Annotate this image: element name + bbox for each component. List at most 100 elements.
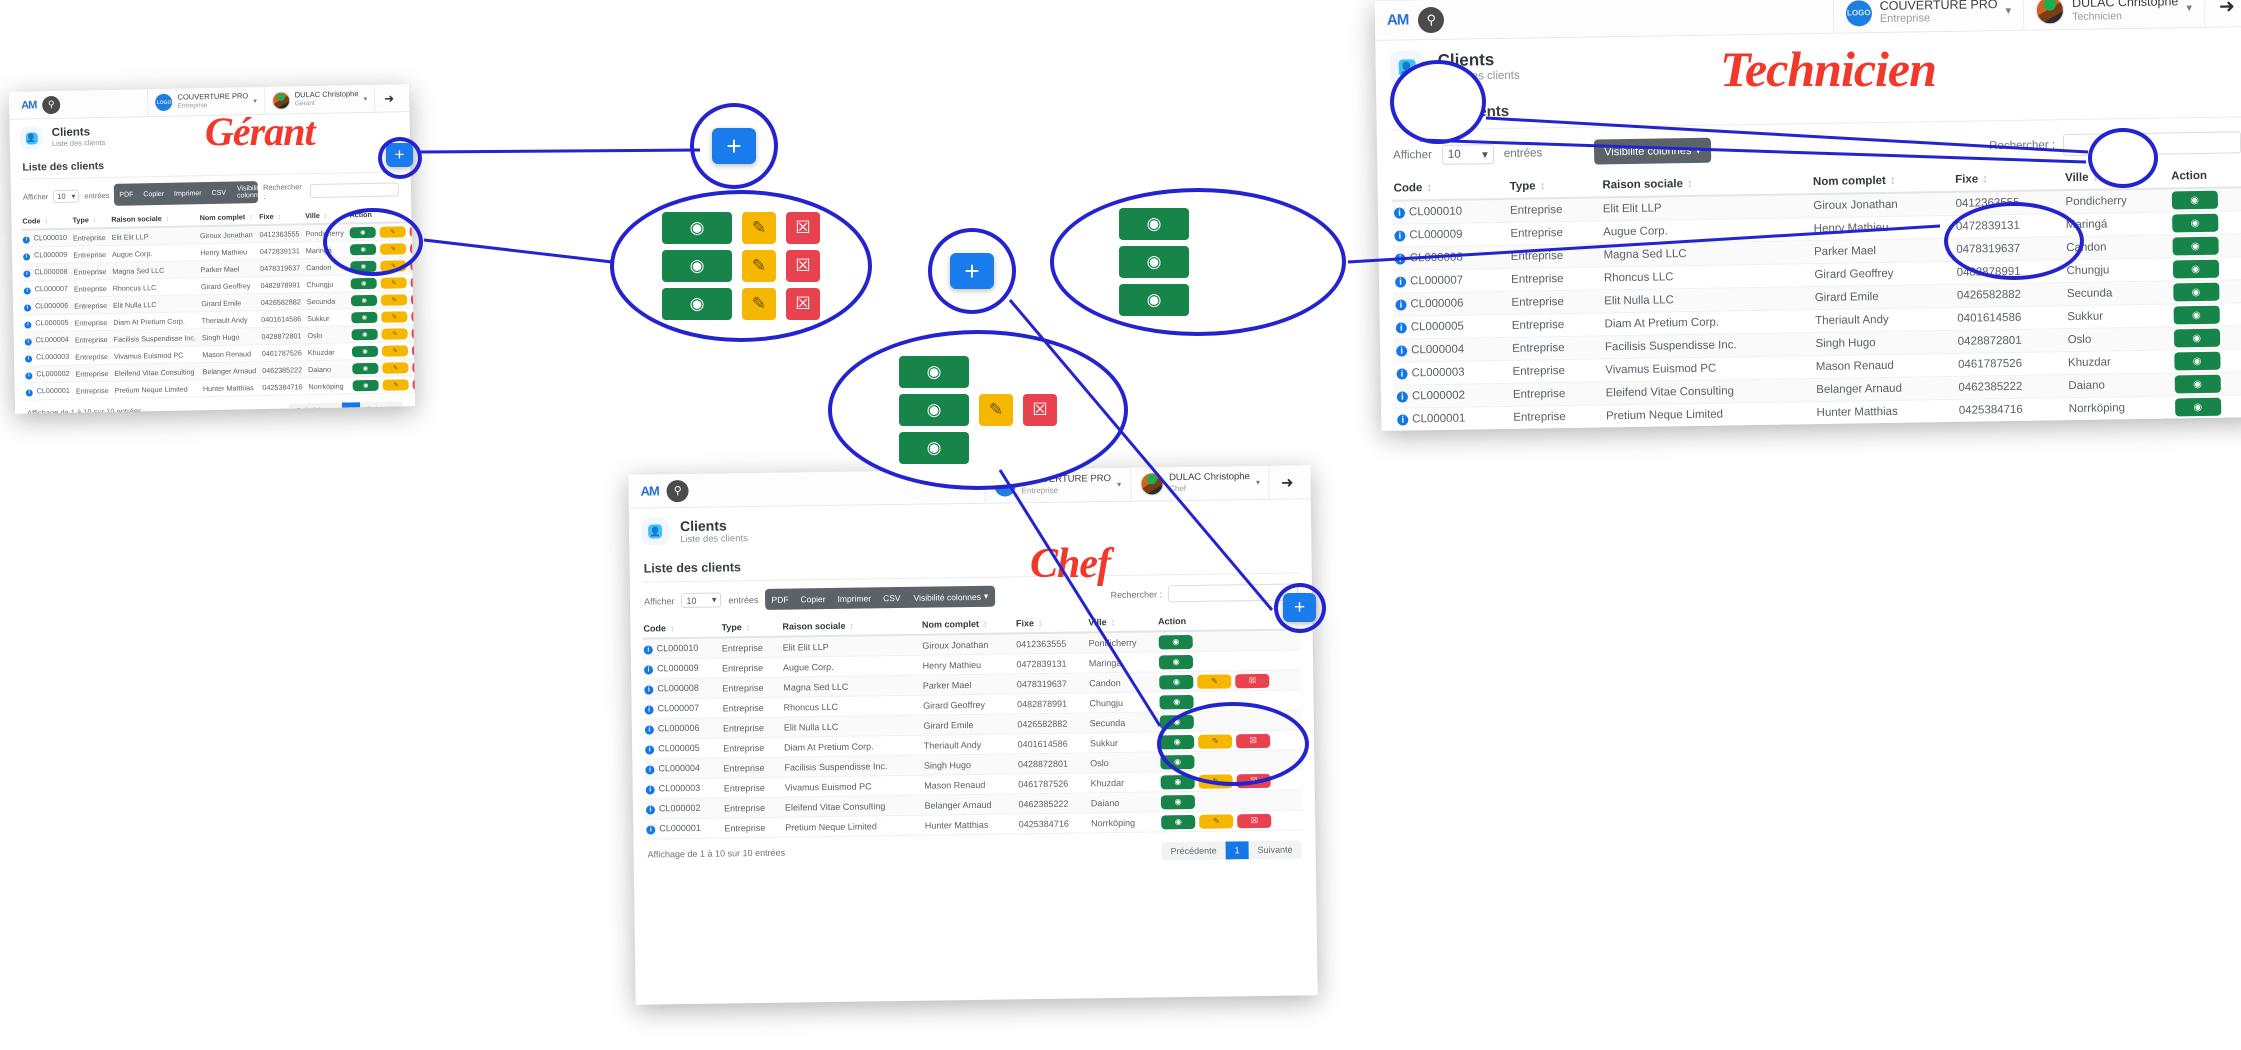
delete-trash-icon[interactable]: ☒ xyxy=(1023,394,1057,426)
info-icon[interactable]: i xyxy=(1396,368,1408,380)
visibility-columns-button[interactable]: Visibilité colonnes ▾ xyxy=(906,586,995,608)
page-length-select[interactable]: 10 ▾ xyxy=(681,592,722,609)
info-icon[interactable]: i xyxy=(645,785,655,795)
view-eye-icon[interactable]: ◉ xyxy=(1160,774,1195,789)
column-header-type[interactable]: Type ↕ xyxy=(1507,174,1601,199)
page-length-select[interactable]: 10 ▾ xyxy=(1441,143,1495,165)
column-header-code[interactable]: Code ↕ xyxy=(642,618,721,639)
search-input[interactable] xyxy=(2062,130,2241,156)
delete-trash-icon[interactable]: ☒ xyxy=(1236,773,1271,788)
info-icon[interactable]: i xyxy=(1395,299,1407,311)
view-eye-icon[interactable]: ◉ xyxy=(350,277,377,289)
edit-pencil-icon[interactable]: ✎ xyxy=(381,310,408,323)
sort-icon[interactable]: ↕ xyxy=(324,211,328,220)
user-menu[interactable]: DULAC Christophe Technicien ▾ xyxy=(2022,0,2205,30)
sort-icon[interactable]: ↕ xyxy=(983,619,988,629)
app-logo-icon[interactable]: AM xyxy=(1387,11,1409,28)
view-eye-icon[interactable]: ◉ xyxy=(2173,305,2220,325)
next-page-button[interactable]: Suivante xyxy=(2179,430,2241,431)
view-eye-icon[interactable]: ◉ xyxy=(1160,734,1195,749)
page-1-button[interactable]: 1 xyxy=(1225,841,1249,860)
logout-button[interactable]: ➜ xyxy=(2203,0,2241,27)
view-eye-icon[interactable]: ◉ xyxy=(1159,674,1194,689)
edit-pencil-icon[interactable]: ✎ xyxy=(1198,773,1233,789)
view-eye-icon[interactable]: ◉ xyxy=(662,250,732,282)
view-eye-icon[interactable]: ◉ xyxy=(1119,208,1189,240)
edit-pencil-icon[interactable]: ✎ xyxy=(381,293,408,306)
view-eye-icon[interactable]: ◉ xyxy=(662,212,732,244)
info-icon[interactable]: i xyxy=(645,805,656,815)
view-eye-icon[interactable]: ◉ xyxy=(2172,236,2219,256)
delete-trash-icon[interactable]: ☒ xyxy=(411,310,416,322)
edit-pencil-icon[interactable]: ✎ xyxy=(742,288,776,320)
sort-icon[interactable]: ↕ xyxy=(1426,182,1432,194)
column-header-action[interactable]: Action xyxy=(348,205,416,224)
info-icon[interactable]: i xyxy=(1394,230,1406,242)
column-header-nom-complet[interactable]: Nom complet ↕ xyxy=(1810,168,1954,195)
edit-pencil-icon[interactable]: ✎ xyxy=(379,225,406,238)
view-eye-icon[interactable]: ◉ xyxy=(350,260,377,272)
sort-icon[interactable]: ↕ xyxy=(166,214,170,223)
edit-pencil-icon[interactable]: ✎ xyxy=(742,212,776,244)
delete-trash-icon[interactable]: ☒ xyxy=(412,378,416,390)
view-eye-icon[interactable]: ◉ xyxy=(1159,694,1194,709)
search-icon[interactable]: ⚲ xyxy=(1418,6,1445,33)
delete-trash-icon[interactable]: ☒ xyxy=(1235,673,1270,688)
visibility-columns-button[interactable]: Visibilité colonnes ▾ xyxy=(1594,138,1711,165)
delete-trash-icon[interactable]: ☒ xyxy=(410,242,416,254)
column-header-ville[interactable]: Ville ↕ xyxy=(304,207,349,225)
sort-icon[interactable]: ↕ xyxy=(746,622,751,632)
next-page-button[interactable]: Suivante xyxy=(360,401,403,413)
edit-pencil-icon[interactable]: ✎ xyxy=(979,394,1013,426)
column-header-action[interactable]: Action xyxy=(1156,610,1301,632)
view-eye-icon[interactable]: ◉ xyxy=(351,294,378,306)
column-header-fixe[interactable]: Fixe ↕ xyxy=(1014,613,1088,634)
view-eye-icon[interactable]: ◉ xyxy=(2173,328,2220,348)
info-icon[interactable]: i xyxy=(1397,414,1409,426)
sort-icon[interactable]: ↕ xyxy=(93,215,97,224)
delete-trash-icon[interactable]: ☒ xyxy=(409,225,416,237)
view-eye-icon[interactable]: ◉ xyxy=(2171,190,2218,210)
delete-trash-icon[interactable]: ☒ xyxy=(786,288,820,320)
delete-trash-icon[interactable]: ☒ xyxy=(786,250,820,282)
prev-page-button[interactable]: Précédente xyxy=(289,403,342,414)
page-1-button[interactable]: 1 xyxy=(341,402,361,414)
search-icon[interactable]: ⚲ xyxy=(42,95,61,114)
column-header-fixe[interactable]: Fixe ↕ xyxy=(258,208,305,226)
column-header-nom-complet[interactable]: Nom complet ↕ xyxy=(198,209,259,227)
view-eye-icon[interactable]: ◉ xyxy=(351,311,378,323)
view-eye-icon[interactable]: ◉ xyxy=(2171,213,2219,233)
search-icon[interactable]: ⚲ xyxy=(666,479,689,502)
view-eye-icon[interactable]: ◉ xyxy=(350,243,377,255)
view-eye-icon[interactable]: ◉ xyxy=(1159,714,1195,729)
view-eye-icon[interactable]: ◉ xyxy=(1161,794,1196,809)
view-eye-icon[interactable]: ◉ xyxy=(899,432,969,464)
delete-trash-icon[interactable]: ☒ xyxy=(411,327,416,339)
sort-icon[interactable]: ↕ xyxy=(44,216,48,225)
edit-pencil-icon[interactable]: ✎ xyxy=(380,242,407,255)
export-print-button[interactable]: Imprimer xyxy=(169,182,207,205)
logout-button[interactable]: ➜ xyxy=(373,84,404,112)
info-icon[interactable]: i xyxy=(646,825,656,835)
chevron-down-icon[interactable]: ▾ xyxy=(1117,480,1121,489)
view-eye-icon[interactable]: ◉ xyxy=(351,328,378,340)
export-csv-button[interactable]: CSV xyxy=(877,587,907,608)
view-eye-icon[interactable]: ◉ xyxy=(1119,284,1189,316)
view-eye-icon[interactable]: ◉ xyxy=(2174,397,2221,417)
sort-icon[interactable]: ↕ xyxy=(277,212,281,221)
edit-pencil-icon[interactable]: ✎ xyxy=(380,276,407,289)
sort-icon[interactable]: ↕ xyxy=(670,623,675,633)
column-header-type[interactable]: Type ↕ xyxy=(720,617,782,638)
view-eye-icon[interactable]: ◉ xyxy=(662,288,732,320)
view-eye-icon[interactable]: ◉ xyxy=(899,356,969,388)
edit-pencil-icon[interactable]: ✎ xyxy=(380,259,407,272)
view-eye-icon[interactable]: ◉ xyxy=(352,362,379,374)
delete-trash-icon[interactable]: ☒ xyxy=(412,361,416,373)
view-eye-icon[interactable]: ◉ xyxy=(1161,814,1196,829)
info-icon[interactable]: i xyxy=(25,372,33,380)
edit-pencil-icon[interactable]: ✎ xyxy=(382,344,409,357)
search-input[interactable] xyxy=(1167,583,1299,603)
info-icon[interactable]: i xyxy=(643,645,653,655)
view-eye-icon[interactable]: ◉ xyxy=(352,379,379,391)
info-icon[interactable]: i xyxy=(644,705,654,715)
